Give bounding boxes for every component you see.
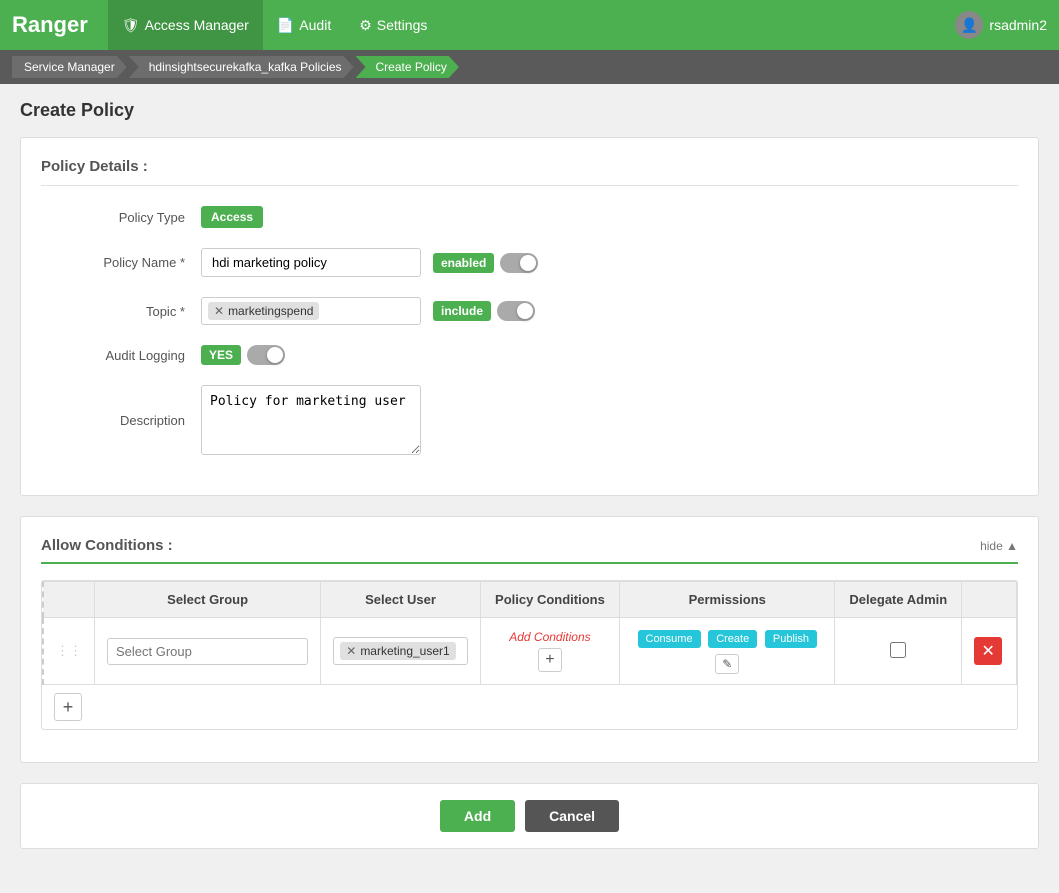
perm-create-badge: Create	[708, 630, 757, 648]
shield-icon: 🛡	[122, 17, 140, 34]
policy-details-header: Policy Details :	[41, 158, 1018, 186]
add-conditions-link[interactable]: Add Conditions	[493, 630, 607, 644]
page-content: Create Policy Policy Details : Policy Ty…	[0, 84, 1059, 865]
nav-audit[interactable]: 📄 Audit	[263, 0, 345, 50]
page-title: Create Policy	[20, 100, 1039, 121]
allow-conditions-header: Allow Conditions : hide ▲	[41, 537, 1018, 564]
audit-toggle[interactable]	[247, 345, 285, 365]
doc-icon: 📄	[277, 17, 294, 34]
audit-toggle-wrap: YES	[201, 345, 285, 365]
include-toggle[interactable]	[497, 301, 535, 321]
policy-type-label: Policy Type	[41, 210, 201, 225]
action-cell: ✕	[962, 618, 1017, 685]
audit-logging-label: Audit Logging	[41, 348, 201, 363]
breadcrumb-kafka-policies[interactable]: hdinsightsecurekafka_kafka Policies	[129, 56, 354, 78]
select-group-header: Select Group	[95, 582, 321, 618]
enabled-toggle-wrap: enabled	[433, 253, 538, 273]
enabled-toggle[interactable]	[500, 253, 538, 273]
include-toggle-wrap: include	[433, 301, 535, 321]
policy-name-label: Policy Name *	[41, 255, 201, 270]
policy-name-control: enabled	[201, 248, 1018, 277]
add-row-btn[interactable]: +	[54, 693, 82, 721]
permissions-cell: Consume Create Publish ✎	[620, 618, 835, 685]
policy-conditions-header: Policy Conditions	[480, 582, 619, 618]
audit-logging-control: YES	[201, 345, 1018, 365]
policy-name-input[interactable]	[201, 248, 421, 277]
user-tag: ✕ marketing_user1	[340, 642, 455, 660]
audit-logging-row: Audit Logging YES	[41, 345, 1018, 365]
hide-link[interactable]: hide ▲	[980, 539, 1018, 553]
drag-col-header	[43, 582, 95, 618]
action-header	[962, 582, 1017, 618]
select-user-header: Select User	[321, 582, 481, 618]
top-nav: Ranger 🛡 Access Manager 📄 Audit ⚙ Settin…	[0, 0, 1059, 50]
user-tag-remove[interactable]: ✕	[346, 644, 356, 658]
topic-row: Topic * ✕ marketingspend include	[41, 297, 1018, 325]
select-group-cell	[95, 618, 321, 685]
nav-access-manager[interactable]: 🛡 Access Manager	[108, 0, 263, 50]
user-info: 👤 rsadmin2	[955, 11, 1047, 39]
remove-row-btn[interactable]: ✕	[974, 637, 1002, 665]
policy-type-row: Policy Type Access	[41, 206, 1018, 228]
permissions-list: Consume Create Publish	[632, 628, 822, 650]
allow-conditions-title: Allow Conditions :	[41, 537, 173, 554]
avatar: 👤	[955, 11, 983, 39]
add-button[interactable]: Add	[440, 800, 515, 832]
permissions-header: Permissions	[620, 582, 835, 618]
add-conditions-cell: Add Conditions +	[480, 618, 619, 685]
audit-toggle-label: YES	[201, 345, 241, 365]
conditions-table-wrap: Select Group Select User Policy Conditio…	[41, 580, 1018, 730]
brand-logo: Ranger	[12, 12, 88, 38]
topic-label: Topic *	[41, 304, 201, 319]
table-row: ⋮⋮ ✕ marketing_user1	[43, 618, 1017, 685]
select-user-cell: ✕ marketing_user1	[321, 618, 481, 685]
allow-conditions-card: Allow Conditions : hide ▲ Select Group S…	[20, 516, 1039, 763]
nav-settings[interactable]: ⚙ Settings	[345, 0, 441, 50]
conditions-table: Select Group Select User Policy Conditio…	[42, 581, 1017, 685]
policy-name-row: Policy Name * enabled	[41, 248, 1018, 277]
topic-tag-input[interactable]: ✕ marketingspend	[201, 297, 421, 325]
topic-tag-remove[interactable]: ✕	[214, 304, 224, 318]
description-control: Policy for marketing user	[201, 385, 1018, 455]
delegate-admin-cell	[835, 618, 962, 685]
add-conditions-btn[interactable]: +	[538, 648, 562, 672]
bottom-buttons-card: Add Cancel	[20, 783, 1039, 849]
gear-icon: ⚙	[359, 17, 372, 34]
policy-type-badge: Access	[201, 206, 263, 228]
table-header-row: Select Group Select User Policy Conditio…	[43, 582, 1017, 618]
user-tag-wrap[interactable]: ✕ marketing_user1	[333, 637, 468, 665]
topic-tag: ✕ marketingspend	[208, 302, 319, 320]
permissions-edit-btn[interactable]: ✎	[715, 654, 739, 674]
breadcrumb: Service Manager hdinsightsecurekafka_kaf…	[0, 50, 1059, 84]
description-textarea[interactable]: Policy for marketing user	[201, 385, 421, 455]
select-group-input[interactable]	[107, 638, 308, 665]
topic-control: ✕ marketingspend include	[201, 297, 1018, 325]
perm-publish-badge: Publish	[765, 630, 817, 648]
delegate-admin-header: Delegate Admin	[835, 582, 962, 618]
breadcrumb-service-manager[interactable]: Service Manager	[12, 56, 127, 78]
drag-handle-cell: ⋮⋮	[43, 618, 95, 685]
description-row: Description Policy for marketing user	[41, 385, 1018, 455]
enabled-label: enabled	[433, 253, 494, 273]
delegate-admin-checkbox[interactable]	[890, 642, 906, 658]
breadcrumb-create-policy[interactable]: Create Policy	[356, 56, 459, 78]
policy-type-control: Access	[201, 206, 1018, 228]
user-tag-label: marketing_user1	[360, 644, 449, 658]
include-label: include	[433, 301, 491, 321]
cancel-button[interactable]: Cancel	[525, 800, 619, 832]
topic-tag-input-field[interactable]	[323, 304, 383, 319]
description-label: Description	[41, 413, 201, 428]
add-row-wrap: +	[42, 685, 1017, 729]
drag-handle-icon: ⋮⋮	[56, 643, 82, 658]
topic-tag-label: marketingspend	[228, 304, 313, 318]
perm-consume-badge: Consume	[638, 630, 701, 648]
policy-details-card: Policy Details : Policy Type Access Poli…	[20, 137, 1039, 496]
